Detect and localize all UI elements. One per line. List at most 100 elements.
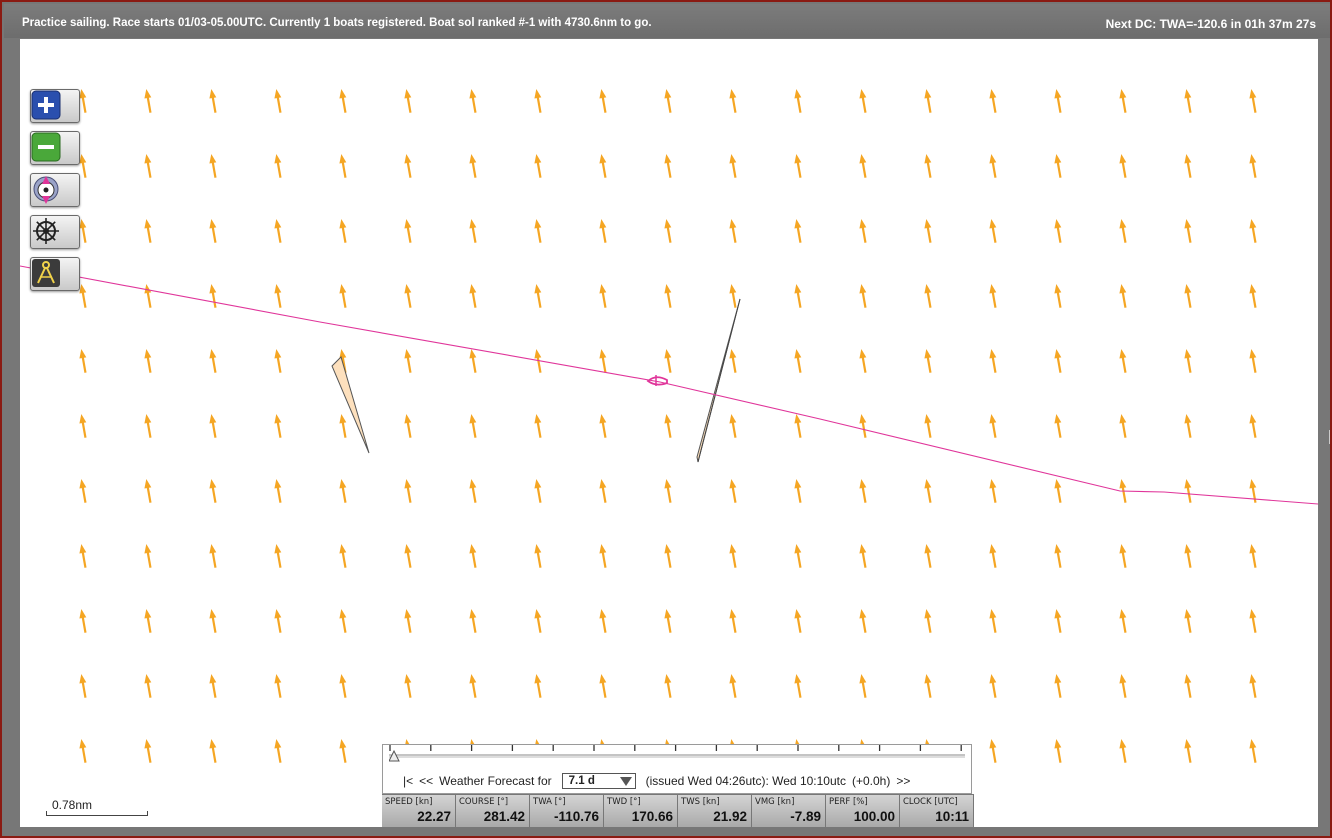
wind-arrow-icon — [534, 89, 542, 113]
zoom-out-button[interactable] — [30, 131, 80, 165]
wind-arrow-icon — [534, 414, 542, 438]
wind-arrow-icon — [1119, 544, 1127, 568]
wind-arrow-icon — [1054, 739, 1062, 763]
wind-arrow-icon — [534, 544, 542, 568]
wind-arrow-icon — [274, 544, 282, 568]
map-canvas[interactable]: 0.78nm — [20, 39, 1318, 827]
wind-arrow-icon — [664, 544, 672, 568]
wind-arrow-icon — [79, 609, 87, 633]
instrument-value: 22.27 — [417, 809, 451, 824]
wind-arrow-icon — [794, 674, 802, 698]
forecast-controls: |< << Weather Forecast for 7.1 d (issued… — [403, 773, 910, 789]
wind-arrow-icon — [209, 479, 217, 503]
wind-arrow-icon — [989, 414, 997, 438]
scale-bar — [46, 811, 148, 816]
wind-arrow-icon — [144, 414, 152, 438]
wind-arrow-icon — [664, 89, 672, 113]
timeline-handle[interactable] — [389, 749, 400, 762]
minus-icon — [31, 132, 61, 162]
wind-arrow-icon — [599, 154, 607, 178]
wind-arrow-icon — [1249, 414, 1257, 438]
plus-icon — [31, 90, 61, 120]
wind-arrow-icon — [144, 219, 152, 243]
wind-arrow-icon — [274, 414, 282, 438]
zoom-in-button[interactable] — [30, 89, 80, 123]
forecast-range-select[interactable]: 7.1 d — [561, 773, 636, 789]
wind-arrow-icon — [1184, 154, 1192, 178]
wind-arrow-icon — [989, 284, 997, 308]
wind-arrow-icon — [1054, 154, 1062, 178]
wind-arrow-icon — [404, 284, 412, 308]
forecast-prev-button[interactable]: << — [419, 774, 433, 788]
wind-arrow-icon — [144, 284, 152, 308]
wind-arrow-icon — [1054, 609, 1062, 633]
wind-arrow-icon — [794, 544, 802, 568]
wind-arrow-icon — [859, 414, 867, 438]
wind-arrow-icon — [274, 479, 282, 503]
wind-arrow-icon — [274, 349, 282, 373]
wind-arrow-icon — [274, 739, 282, 763]
wind-arrow-icon — [664, 479, 672, 503]
wind-arrow-icon — [534, 284, 542, 308]
wind-arrow-icon — [274, 89, 282, 113]
wind-arrow-icon — [729, 219, 737, 243]
wind-arrow-icon — [729, 154, 737, 178]
ship-wheel-icon — [33, 218, 59, 244]
wind-arrow-icon — [599, 219, 607, 243]
instrument-label: PERF [%] — [829, 797, 868, 807]
instrument-clock: CLOCK [UTC] 10:11 — [900, 794, 974, 827]
instrument-twd: TWD [°] 170.66 — [604, 794, 678, 827]
wind-arrow-icon — [729, 544, 737, 568]
wind-arrow-icon — [924, 414, 932, 438]
wind-arrow-icon — [794, 284, 802, 308]
forecast-timeline-panel: |< << Weather Forecast for 7.1 d (issued… — [382, 744, 972, 794]
wind-arrow-icon — [1054, 349, 1062, 373]
instrument-label: TWD [°] — [607, 797, 641, 807]
instrument-tws: TWS [kn] 21.92 — [678, 794, 752, 827]
wind-arrow-icon — [144, 544, 152, 568]
wind-arrow-icon — [1184, 479, 1192, 503]
instrument-value: -110.76 — [553, 809, 599, 824]
wind-arrows — [79, 89, 1257, 763]
center-boat-button[interactable] — [30, 173, 80, 207]
sail-sector-left — [331, 356, 370, 454]
wind-arrow-icon — [794, 349, 802, 373]
wind-arrow-icon — [79, 479, 87, 503]
wind-arrow-icon — [1119, 739, 1127, 763]
wind-arrow-icon — [599, 284, 607, 308]
instrument-panel: SPEED [kn] 22.27 COURSE [°] 281.42 TWA [… — [382, 794, 974, 827]
wind-arrow-icon — [469, 219, 477, 243]
next-dc-text: Next DC: TWA=-120.6 in 01h 37m 27s — [1105, 17, 1316, 31]
wind-arrow-icon — [1119, 609, 1127, 633]
wind-arrow-icon — [794, 479, 802, 503]
measure-button[interactable] — [30, 257, 80, 291]
wind-arrow-icon — [1249, 349, 1257, 373]
wind-arrow-icon — [209, 154, 217, 178]
wind-arrow-icon — [1249, 674, 1257, 698]
steering-button[interactable] — [30, 215, 80, 249]
forecast-next-button[interactable]: >> — [896, 774, 910, 788]
forecast-timeline-slider[interactable] — [389, 745, 965, 763]
wind-arrow-icon — [599, 674, 607, 698]
wind-arrow-icon — [924, 479, 932, 503]
wind-arrow-icon — [469, 154, 477, 178]
wind-arrow-icon — [989, 89, 997, 113]
map-layer[interactable] — [20, 39, 1318, 827]
wind-arrow-icon — [1249, 284, 1257, 308]
wind-arrow-icon — [404, 544, 412, 568]
wind-arrow-icon — [794, 414, 802, 438]
wind-arrow-icon — [599, 89, 607, 113]
wind-arrow-icon — [859, 544, 867, 568]
wind-arrow-icon — [79, 414, 87, 438]
wind-arrow-icon — [469, 544, 477, 568]
forecast-first-button[interactable]: |< — [403, 774, 413, 788]
wind-arrow-icon — [859, 219, 867, 243]
wind-arrow-icon — [1054, 479, 1062, 503]
wind-arrow-icon — [599, 479, 607, 503]
wind-arrow-icon — [534, 479, 542, 503]
wind-arrow-icon — [1054, 544, 1062, 568]
wind-arrow-icon — [599, 544, 607, 568]
wind-arrow-icon — [1119, 414, 1127, 438]
wind-arrow-icon — [859, 154, 867, 178]
wind-arrow-icon — [1119, 674, 1127, 698]
